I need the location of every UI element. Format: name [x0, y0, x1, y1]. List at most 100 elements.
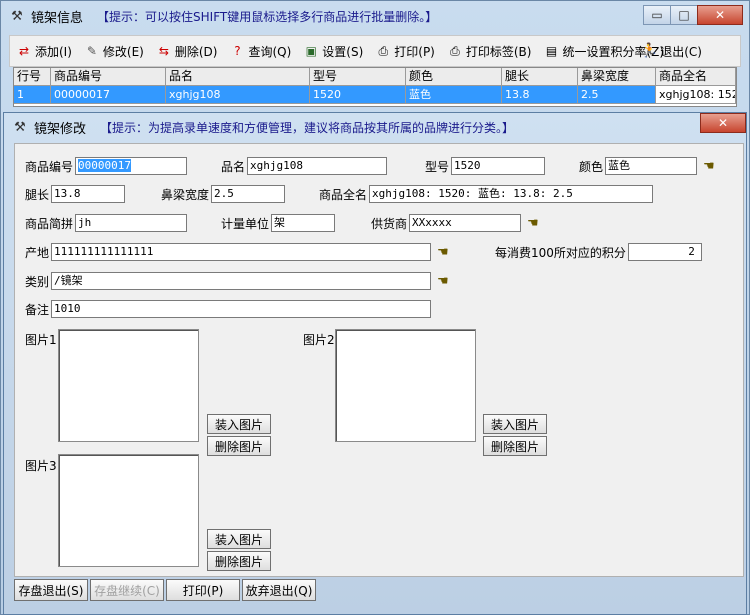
edit-frame-dialog: ⚒ 镜架修改 【提示：为提高录单速度和方便管理，建议将商品按其所属的品牌进行分类…: [3, 112, 747, 615]
query-label: 查询(Q): [248, 44, 292, 59]
category-field[interactable]: /镜架: [51, 272, 432, 290]
minimize-button[interactable]: ▭: [643, 5, 671, 25]
model-field[interactable]: 1520: [451, 157, 546, 175]
table-row[interactable]: 1 00000017 xghjg108 1520 蓝色 13.8 2.5 xgh…: [14, 86, 736, 104]
save-continue-button[interactable]: 存盘继续(C): [90, 579, 164, 601]
remove-picture-1-button[interactable]: 删除图片: [207, 436, 271, 456]
monitor-icon: ▣: [305, 44, 317, 58]
fullname-field[interactable]: xghjg108: 1520: 蓝色: 13.8: 2.5: [369, 185, 654, 203]
query-button[interactable]: ? 查询(Q): [229, 43, 291, 60]
product-grid[interactable]: 行号 商品编号 品名 型号 颜色 腿长 鼻梁宽度 商品全名 1 00000017…: [13, 67, 737, 107]
fullname-label: 商品全名: [319, 187, 368, 202]
remark-label: 备注: [25, 302, 50, 317]
glasses-app-icon: ⚒: [14, 119, 26, 135]
code-field[interactable]: 00000017: [75, 157, 188, 175]
dialog-hint: 【提示：为提高录单速度和方便管理，建议将商品按其所属的品牌进行分类。】: [100, 120, 515, 135]
unit-label: 计量单位: [221, 216, 270, 231]
exit-button[interactable]: 🏃 退出(C): [641, 43, 702, 60]
points-label: 每消费100所对应的积分: [495, 245, 626, 260]
pointing-hand-icon[interactable]: ☚: [527, 216, 539, 231]
grid-cell: 00000017: [51, 86, 166, 104]
add-label: 添加(I): [35, 44, 72, 59]
settings-label: 设置(S): [322, 44, 364, 59]
grid-header[interactable]: 鼻梁宽度: [578, 68, 656, 86]
printer-icon: ⎙: [378, 43, 389, 58]
grid-header[interactable]: 商品全名: [656, 68, 736, 86]
discard-exit-button[interactable]: 放弃退出(Q): [242, 579, 316, 601]
pic2-label: 图片2: [303, 333, 335, 347]
add-icon: ⇄: [18, 44, 30, 58]
grid-header[interactable]: 型号: [310, 68, 406, 86]
origin-label: 产地: [25, 245, 50, 260]
load-picture-3-button[interactable]: 装入图片: [207, 529, 271, 549]
color-field[interactable]: 蓝色: [605, 157, 698, 175]
leg-length-field[interactable]: 13.8: [51, 185, 126, 203]
bridge-label: 鼻梁宽度: [161, 187, 210, 202]
main-titlebar: ⚒ 镜架信息 【提示：可以按住SHIFT键用鼠标选择多行商品进行批量删除。】 ▭…: [1, 1, 749, 31]
print-button[interactable]: ⎙ 打印(P): [375, 43, 435, 60]
name-label: 品名: [221, 159, 246, 174]
maximize-button[interactable]: □: [670, 5, 698, 25]
print-label-button[interactable]: ⎙ 打印标签(B): [447, 43, 531, 60]
points-field[interactable]: 2: [627, 243, 702, 261]
toolbar: ⇄ 添加(I) ✎ 修改(E) ⇆ 删除(D) ? 查询(Q) ▣ 设置(S) …: [9, 35, 741, 67]
grid-header[interactable]: 商品编号: [51, 68, 166, 86]
picture-box-2[interactable]: [335, 329, 476, 442]
grid-header[interactable]: 行号: [14, 68, 51, 86]
dialog-footer: 存盘退出(S) 存盘继续(C) 打印(P) 放弃退出(Q): [14, 579, 318, 601]
remove-picture-2-button[interactable]: 删除图片: [483, 436, 547, 456]
name-field[interactable]: xghjg108: [247, 157, 388, 175]
load-picture-1-button[interactable]: 装入图片: [207, 414, 271, 434]
grid-header-row: 行号 商品编号 品名 型号 颜色 腿长 鼻梁宽度 商品全名: [14, 68, 736, 86]
color-label: 颜色: [579, 159, 604, 174]
grid-cell: 蓝色: [406, 86, 502, 104]
save-exit-button[interactable]: 存盘退出(S): [14, 579, 88, 601]
close-icon: ✕: [717, 116, 729, 130]
grid-cell: 2.5: [578, 86, 656, 104]
pointing-hand-icon[interactable]: ☚: [437, 274, 449, 289]
grid-cell: 1: [14, 86, 51, 104]
label-printer-icon: ⎙: [450, 43, 460, 58]
dialog-title: 镜架修改: [34, 121, 87, 137]
dialog-form: 商品编号 00000017 品名 xghjg108 型号 1520 颜色 蓝色 …: [14, 143, 744, 577]
picture-box-1[interactable]: [58, 329, 199, 442]
category-label: 类别: [25, 274, 50, 289]
leg-label: 腿长: [25, 187, 50, 202]
pointing-hand-icon[interactable]: ☚: [437, 245, 449, 260]
settings-button[interactable]: ▣ 设置(S): [303, 43, 364, 60]
pointing-hand-icon[interactable]: ☚: [703, 159, 715, 174]
delete-icon: ⇆: [158, 44, 169, 58]
grid-header[interactable]: 品名: [166, 68, 310, 86]
glasses-app-icon: ⚒: [11, 8, 23, 24]
load-picture-2-button[interactable]: 装入图片: [483, 414, 547, 434]
grid-cell: 13.8: [502, 86, 578, 104]
close-button[interactable]: ✕: [697, 5, 743, 25]
supplier-field[interactable]: XXxxxx: [409, 214, 522, 232]
edit-button[interactable]: ✎ 修改(E): [84, 43, 144, 60]
picture-box-3[interactable]: [58, 454, 199, 567]
grid-header[interactable]: 颜色: [406, 68, 502, 86]
pic1-label: 图片1: [25, 333, 57, 347]
code-value: 00000017: [78, 159, 131, 172]
grid-cell: xghjg108: 152: [656, 86, 736, 104]
delete-label: 删除(D): [174, 44, 218, 59]
edit-icon: ✎: [86, 44, 97, 58]
print-button[interactable]: 打印(P): [166, 579, 240, 601]
unit-field[interactable]: 架: [271, 214, 336, 232]
origin-field[interactable]: 111111111111111: [51, 243, 432, 261]
bridge-width-field[interactable]: 2.5: [211, 185, 286, 203]
remark-field[interactable]: 1010: [51, 300, 432, 318]
supplier-label: 供货商: [371, 216, 408, 231]
grid-cell: xghjg108: [166, 86, 310, 104]
remove-picture-3-button[interactable]: 删除图片: [207, 551, 271, 571]
grid-header[interactable]: 腿长: [502, 68, 578, 86]
delete-button[interactable]: ⇆ 删除(D): [156, 43, 218, 60]
add-button[interactable]: ⇄ 添加(I): [16, 43, 72, 60]
dialog-close-button[interactable]: ✕: [700, 113, 746, 133]
close-icon: ✕: [714, 8, 726, 22]
calculator-icon: ▤: [545, 44, 558, 58]
query-icon: ?: [234, 44, 241, 58]
pinyin-field[interactable]: jh: [75, 214, 188, 232]
print-label: 打印(P): [394, 44, 435, 59]
grid-cell: 1520: [310, 86, 406, 104]
